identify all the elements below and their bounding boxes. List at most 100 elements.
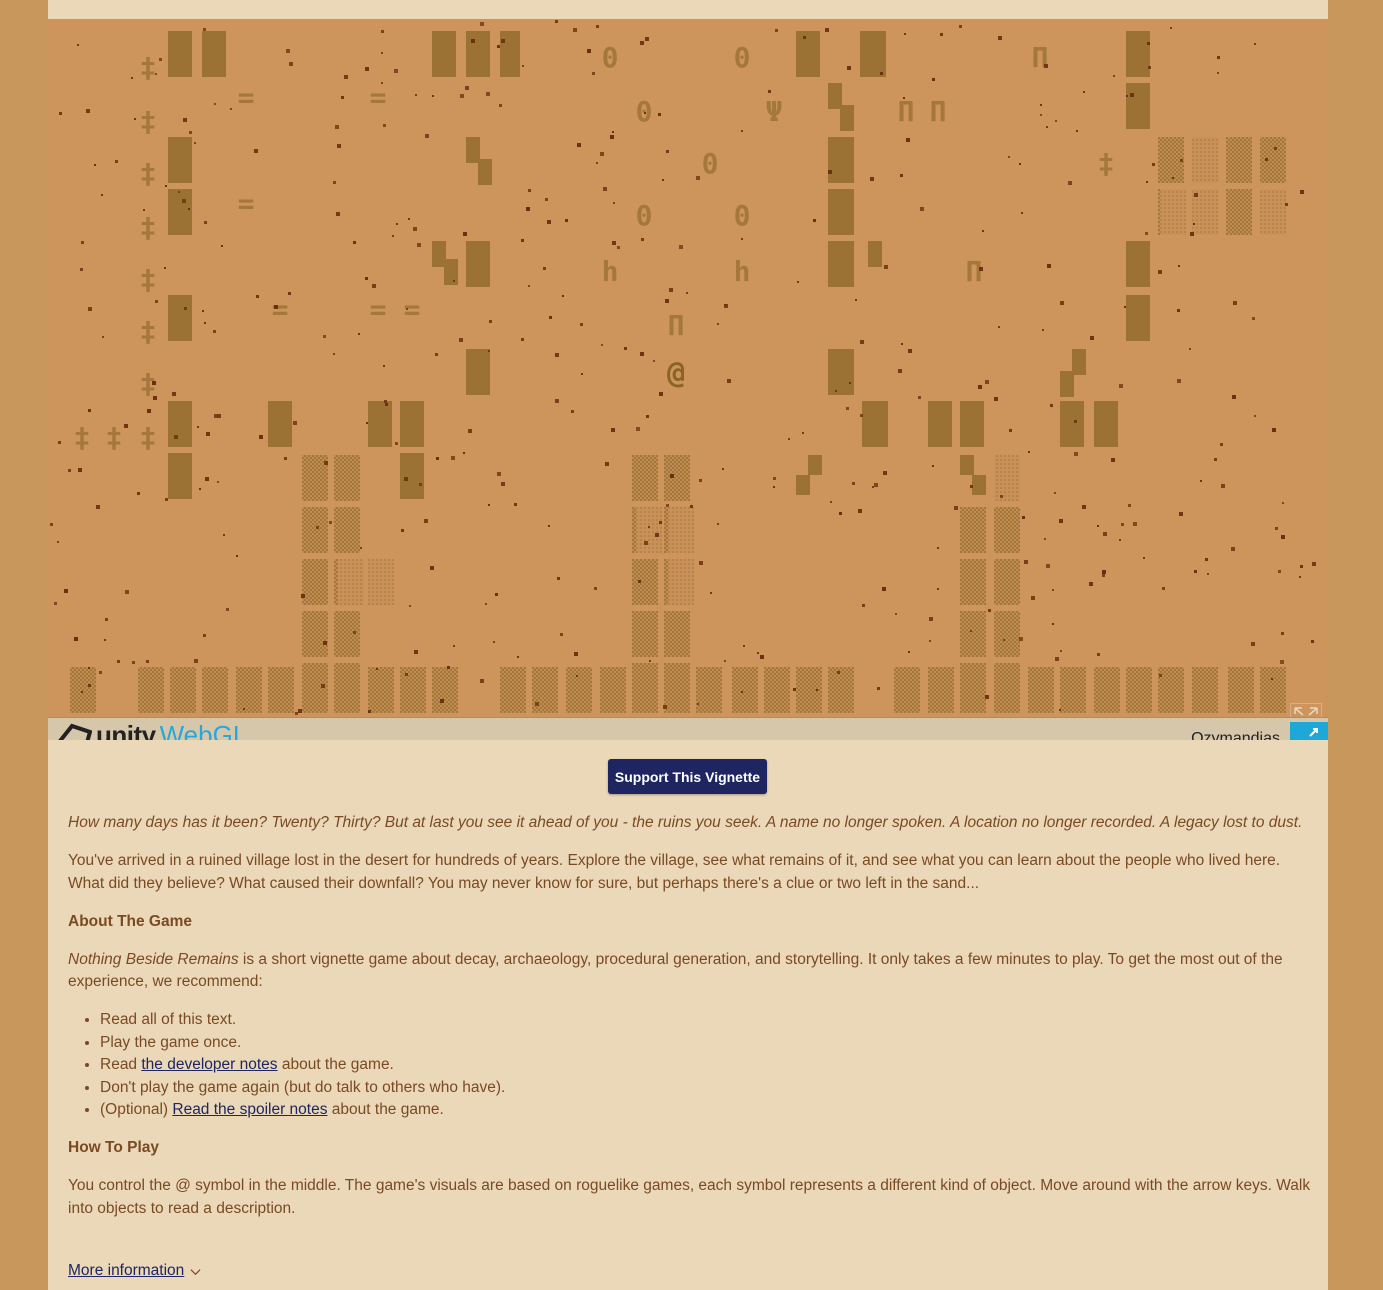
sand-tile: [632, 559, 658, 605]
map-glyph: 0: [734, 41, 751, 74]
pebble: [659, 392, 663, 396]
pebble: [549, 316, 552, 319]
unity-wordmark: unity: [96, 720, 156, 740]
pebble: [1281, 535, 1285, 539]
pebble: [50, 523, 53, 526]
pebble: [236, 555, 238, 557]
pebble: [155, 73, 157, 75]
map-glyph: 0: [636, 199, 653, 232]
sand-tile: [960, 507, 986, 553]
pebble: [1044, 538, 1046, 540]
pebble: [117, 660, 120, 663]
map-glyph: 0: [734, 199, 751, 232]
rubble-tile: [368, 559, 394, 605]
pebble: [376, 668, 378, 670]
pebble: [460, 94, 464, 98]
ruin-wall: [168, 31, 192, 77]
sand-tile: [894, 667, 920, 713]
pebble: [605, 462, 609, 466]
pebble: [954, 506, 958, 510]
pebble: [1300, 565, 1303, 568]
sand-tile: [696, 667, 722, 713]
map-glyph: =: [272, 293, 289, 326]
pebble: [1275, 527, 1278, 530]
webgl-wordmark: WebGL: [159, 720, 248, 740]
ruin-wall: [860, 31, 886, 77]
pebble: [435, 353, 438, 356]
pebble: [486, 92, 490, 96]
sand-tile: [994, 507, 1020, 553]
pebble: [1232, 395, 1236, 399]
sand-tile: [994, 611, 1020, 657]
developer-notes-link[interactable]: the developer notes: [141, 1056, 277, 1073]
pebble: [1055, 657, 1059, 661]
pebble: [1311, 640, 1314, 643]
fullscreen-button[interactable]: [1290, 722, 1328, 740]
pebble: [204, 221, 207, 224]
support-vignette-button[interactable]: Support This Vignette: [608, 759, 767, 794]
pebble: [221, 245, 223, 247]
sand-tile: [302, 611, 328, 657]
pebble: [59, 112, 62, 115]
more-information-link[interactable]: More information: [68, 1262, 184, 1280]
pebble: [528, 189, 531, 192]
pebble: [1148, 66, 1151, 69]
pebble: [522, 65, 524, 67]
sand-tile: [268, 667, 294, 713]
pebble: [699, 561, 703, 565]
pebble: [1068, 181, 1072, 185]
ruin-wall: [466, 31, 490, 77]
pebble: [587, 49, 591, 53]
pebble: [408, 218, 410, 220]
pebble: [226, 608, 229, 611]
pebble: [858, 509, 862, 513]
pebble: [852, 482, 855, 485]
sand-tile: [1226, 137, 1252, 183]
pebble: [521, 239, 524, 242]
sand-tile: [566, 667, 592, 713]
pebble: [662, 179, 664, 181]
intro-italic: How many days has it been? Twenty? Thirt…: [68, 814, 1303, 831]
map-glyph: Π: [966, 255, 983, 288]
pebble: [646, 415, 649, 418]
pebble: [392, 235, 394, 237]
pebble: [727, 379, 731, 383]
pebble: [147, 409, 151, 413]
pebble: [1059, 709, 1061, 711]
ruin-wall: [168, 189, 192, 235]
pebble: [1003, 639, 1005, 641]
pebble: [825, 28, 829, 32]
game-scene[interactable]: ‡‡‡‡‡‡‡‡‡ ‡0 0000 0= === = =Ψ Π ΠΠΠΠh h‡ @: [48, 19, 1328, 717]
pebble: [284, 457, 287, 460]
pebble: [425, 134, 429, 138]
pebble: [686, 292, 688, 294]
map-glyph: Ψ: [766, 95, 783, 128]
spoiler-notes-link[interactable]: Read the spoiler notes: [172, 1101, 327, 1118]
pebble: [1179, 512, 1183, 516]
pebble: [1090, 336, 1094, 340]
pebble: [562, 295, 564, 297]
pebble: [1124, 306, 1126, 308]
pebble: [1147, 42, 1150, 45]
ruin-wall: [928, 401, 952, 447]
pebble: [415, 94, 417, 96]
pebble: [1170, 27, 1172, 29]
sand-tile: [302, 559, 328, 605]
pebble: [1143, 557, 1145, 559]
rubble-tile: [668, 559, 694, 605]
game-canvas[interactable]: ‡ ‡ ‡ ‡ ‡ ‡ ‡ ‡ ‡ ‡ 0 0 0 0 0 0 = = = = = = Ψ Π Π Π Π Πh h ‡ @: [48, 19, 1328, 717]
pebble: [906, 138, 910, 142]
pebble: [788, 438, 790, 440]
pebble: [1059, 519, 1063, 523]
more-information-toggle[interactable]: More information: [68, 1262, 201, 1280]
pebble: [644, 541, 648, 545]
pebble: [395, 442, 398, 445]
pebble: [1205, 558, 1208, 561]
pebble: [499, 104, 502, 107]
pebble: [577, 143, 581, 147]
pebble: [612, 131, 614, 133]
pebble: [1054, 492, 1056, 494]
sand-tile: [368, 667, 394, 713]
list-item: Read all of this text.: [100, 1009, 1313, 1032]
pebble: [124, 424, 128, 428]
